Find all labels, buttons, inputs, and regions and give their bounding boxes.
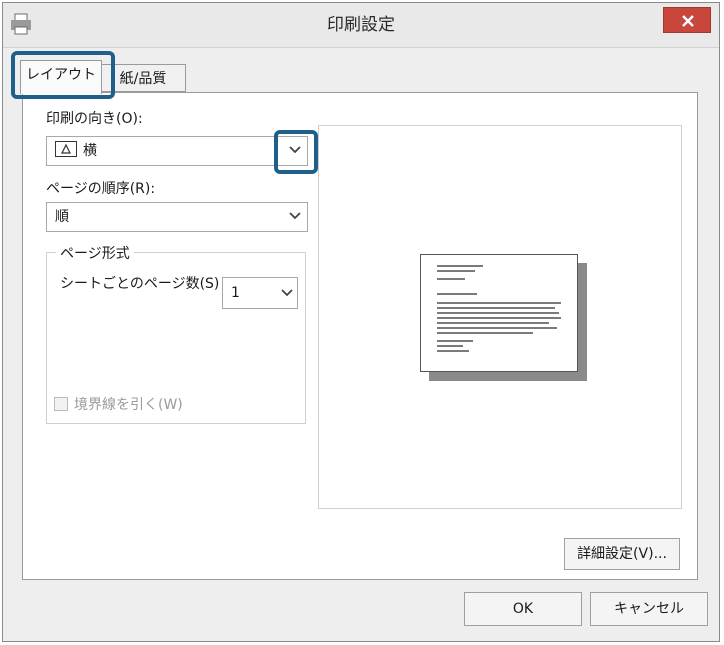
page-format-title: ページ形式 bbox=[56, 243, 134, 263]
orientation-text: 横 bbox=[83, 143, 97, 159]
orientation-label: 印刷の向き(O): bbox=[46, 111, 143, 127]
advanced-settings-button[interactable]: 詳細設定(V)... bbox=[564, 538, 680, 570]
cancel-button[interactable]: キャンセル bbox=[590, 592, 708, 626]
pages-per-sheet-value: 1 bbox=[231, 285, 240, 301]
page-order-label: ページの順序(R): bbox=[46, 181, 156, 197]
draw-borders-checkbox[interactable] bbox=[54, 397, 68, 411]
pages-per-sheet-select[interactable]: 1 bbox=[222, 277, 298, 309]
chevron-down-icon bbox=[289, 212, 301, 220]
orientation-dropdown-highlight bbox=[274, 130, 318, 174]
orientation-select[interactable]: 横 bbox=[46, 136, 308, 166]
preview-page bbox=[420, 254, 578, 372]
orientation-value: 横 bbox=[55, 137, 97, 165]
ok-button[interactable]: OK bbox=[464, 592, 582, 626]
title-bar: 印刷設定 bbox=[3, 3, 719, 48]
page-order-value: 順 bbox=[55, 209, 69, 225]
landscape-page-icon bbox=[55, 141, 77, 157]
close-icon bbox=[682, 15, 694, 27]
close-button[interactable] bbox=[663, 7, 711, 33]
pages-per-sheet-label: シートごとのページ数(S) bbox=[60, 276, 220, 292]
tab-highlight-frame bbox=[11, 51, 115, 99]
page-order-select[interactable]: 順 bbox=[46, 202, 308, 232]
chevron-down-icon bbox=[281, 289, 293, 297]
draw-borders-label: 境界線を引く(W) bbox=[74, 397, 183, 413]
window-title: 印刷設定 bbox=[327, 15, 395, 35]
